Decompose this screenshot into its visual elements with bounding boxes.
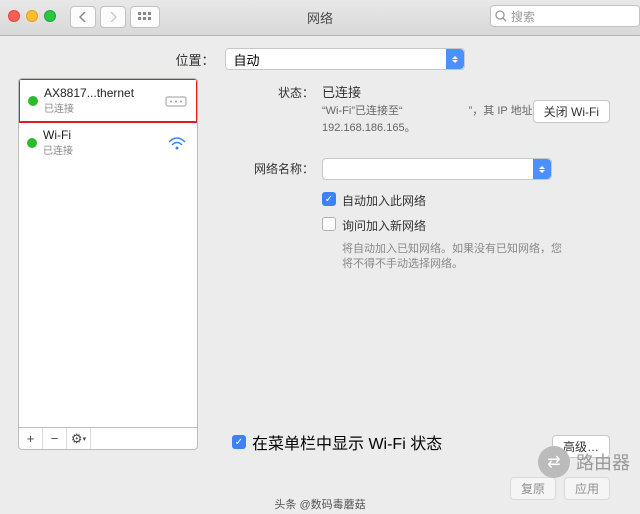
location-value: 自动 (234, 50, 260, 69)
sidebar-item-wifi[interactable]: Wi-Fi 已连接 (19, 122, 197, 164)
titlebar: 网络 搜索 (0, 0, 640, 36)
window-title: 网络 (307, 8, 333, 27)
remove-interface-button[interactable]: − (43, 428, 67, 449)
network-name-popup[interactable] (322, 158, 552, 180)
show-menubar-label: 在菜单栏中显示 Wi-Fi 状态 (252, 430, 442, 454)
credit-text: 头条 @数码毒蘑菇 (274, 496, 365, 512)
sidebar-item-status: 已连接 (44, 100, 158, 115)
add-interface-button[interactable]: + (19, 428, 43, 449)
bottom-buttons: 复原 应用 (510, 477, 610, 500)
sidebar-item-ethernet[interactable]: AX8817...thernet 已连接 (18, 78, 198, 123)
interface-sidebar: AX8817...thernet 已连接 Wi-Fi 已连接 (18, 78, 198, 428)
turn-wifi-off-button[interactable]: 关闭 Wi-Fi (533, 100, 610, 123)
auto-join-checkbox[interactable]: ✓ (322, 192, 336, 206)
close-icon[interactable] (8, 10, 20, 22)
search-icon (495, 10, 507, 22)
advanced-button[interactable]: 高级… (552, 435, 610, 458)
location-label: 位置： (175, 50, 214, 69)
search-placeholder: 搜索 (511, 8, 535, 25)
gear-button[interactable]: ⚙▾ (67, 428, 91, 449)
back-button[interactable] (70, 6, 96, 28)
ask-join-label: 询问加入新网络 (342, 217, 426, 234)
status-dot-icon (28, 96, 38, 106)
location-row: 位置： 自动 (0, 36, 640, 78)
status-label: 状态： (222, 82, 322, 136)
sidebar-toolbar: + − ⚙▾ (18, 428, 198, 450)
zoom-icon[interactable] (44, 10, 56, 22)
sidebar-item-status: 已连接 (43, 142, 159, 157)
search-input[interactable]: 搜索 (490, 5, 640, 27)
ask-join-checkbox[interactable] (322, 217, 336, 231)
sidebar-item-label: AX8817...thernet (44, 86, 158, 100)
show-menubar-checkbox[interactable]: ✓ (232, 435, 246, 449)
gear-icon: ⚙ (71, 431, 83, 447)
minimize-icon[interactable] (26, 10, 38, 22)
forward-button[interactable] (100, 6, 126, 28)
show-all-button[interactable] (130, 6, 160, 28)
chevron-updown-icon (446, 49, 464, 69)
location-popup[interactable]: 自动 (225, 48, 465, 70)
apply-button[interactable]: 应用 (564, 477, 610, 500)
traffic-lights (8, 10, 56, 22)
netname-label: 网络名称： (222, 158, 322, 273)
status-dot-icon (27, 138, 37, 148)
status-value: 已连接 (322, 82, 622, 101)
toolbar-nav (70, 6, 160, 28)
revert-button[interactable]: 复原 (510, 477, 556, 500)
menubar-row: ✓ 在菜单栏中显示 Wi-Fi 状态 (232, 430, 442, 454)
wifi-icon (165, 133, 189, 153)
ask-join-description: 将自动加入已知网络。如果没有已知网络，您将不得不手动选择网络。 (342, 242, 562, 273)
detail-pane: 状态： 已连接 “Wi-Fi”已连接至“ ”，其 IP 地址为 192.168.… (198, 78, 622, 450)
sidebar-item-label: Wi-Fi (43, 128, 159, 142)
ethernet-icon (164, 91, 188, 111)
auto-join-label: 自动加入此网络 (342, 192, 426, 209)
chevron-updown-icon (533, 159, 551, 179)
